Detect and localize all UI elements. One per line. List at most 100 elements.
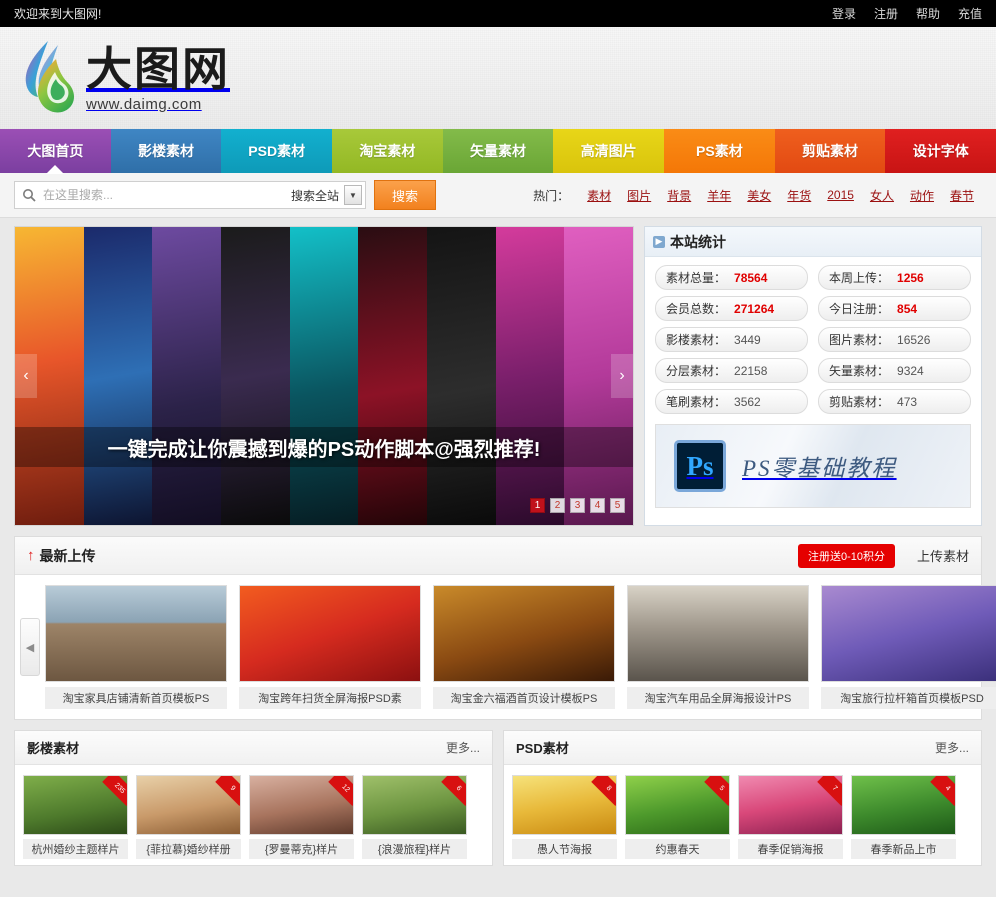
hot-keyword[interactable]: 羊年 — [707, 187, 731, 204]
chevron-down-icon[interactable]: ▼ — [344, 185, 362, 205]
column-title: 影楼素材 — [27, 738, 79, 757]
stat-value: 9324 — [897, 364, 924, 378]
hot-keyword[interactable]: 素材 — [587, 187, 611, 204]
grid-caption: 春季促销海报 — [738, 839, 843, 859]
slider-dot[interactable]: 4 — [590, 498, 605, 513]
slider-strip — [427, 227, 496, 525]
register-link[interactable]: 注册 — [874, 5, 898, 22]
recharge-link[interactable]: 充值 — [958, 5, 982, 22]
help-link[interactable]: 帮助 — [916, 5, 940, 22]
carousel-prev-button[interactable]: ◀ — [20, 618, 40, 676]
nav-tab-psd[interactable]: PSD素材 — [221, 129, 332, 173]
hot-keyword[interactable]: 背景 — [667, 187, 691, 204]
upload-card[interactable]: 淘宝金六福酒首页设计模板PS — [433, 585, 615, 709]
login-link[interactable]: 登录 — [832, 5, 856, 22]
statistics-title: 本站统计 — [670, 232, 726, 252]
slider-prev-arrow[interactable]: ‹ — [15, 354, 37, 398]
hot-keyword[interactable]: 2015 — [827, 188, 854, 202]
hot-keyword[interactable]: 美女 — [747, 187, 771, 204]
slider-dot[interactable]: 3 — [570, 498, 585, 513]
upload-thumbnail[interactable] — [821, 585, 996, 682]
upload-material-link[interactable]: 上传素材 — [917, 546, 969, 565]
site-logo[interactable]: 大图网 www.daimg.com — [18, 39, 230, 117]
badge-ribbon: 7 — [817, 775, 843, 806]
grid-caption: 杭州婚纱主题样片 — [23, 839, 128, 859]
upload-thumbnail[interactable] — [239, 585, 421, 682]
stat-label: 会员总数： — [666, 300, 726, 317]
stat-cell: 今日注册： 854 — [818, 296, 971, 321]
hot-keyword[interactable]: 图片 — [627, 187, 651, 204]
category-column-studio: 影楼素材 更多... 235 杭州婚纱主题样片 9 {菲拉慕}婚纱样册 12 {… — [14, 730, 493, 866]
grid-thumbnail[interactable]: 8 — [512, 775, 617, 835]
slider-strip — [84, 227, 153, 525]
hot-keyword[interactable]: 春节 — [950, 187, 974, 204]
grid-thumbnail[interactable]: 7 — [738, 775, 843, 835]
photoshop-icon: Ps — [674, 440, 726, 492]
latest-uploads-carousel: ◀ 淘宝家具店铺清新首页模板PS 淘宝跨年扫货全屏海报PSD素 淘宝金六福酒首页… — [15, 575, 981, 719]
stat-value: 854 — [897, 302, 917, 316]
upload-thumbnail[interactable] — [45, 585, 227, 682]
chevron-right-icon: ▶ — [653, 236, 665, 248]
grid-item[interactable]: 8 愚人节海报 — [512, 775, 617, 859]
grid-item[interactable]: 5 约惠春天 — [625, 775, 730, 859]
grid-thumbnail[interactable]: 6 — [362, 775, 467, 835]
grid-item[interactable]: 7 春季促销海报 — [738, 775, 843, 859]
column-more-link[interactable]: 更多... — [935, 739, 969, 756]
grid-item[interactable]: 9 {菲拉慕}婚纱样册 — [136, 775, 241, 859]
grid-thumbnail[interactable]: 4 — [851, 775, 956, 835]
stat-value: 3449 — [734, 333, 761, 347]
nav-tab-studio[interactable]: 影楼素材 — [111, 129, 222, 173]
upload-card[interactable]: 淘宝汽车用品全屏海报设计PS — [627, 585, 809, 709]
nav-label: 剪贴素材 — [802, 141, 858, 161]
nav-tab-home[interactable]: 大图首页 — [0, 129, 111, 173]
arrow-up-icon: ↑ — [27, 547, 35, 564]
slider-dot[interactable]: 2 — [550, 498, 565, 513]
register-points-badge[interactable]: 注册送0-10积分 — [798, 544, 895, 568]
search-input[interactable] — [43, 182, 282, 208]
stat-cell: 剪贴素材：473 — [818, 389, 971, 414]
upload-card[interactable]: 淘宝旅行拉杆箱首页模板PSD — [821, 585, 996, 709]
slider-next-arrow[interactable]: › — [611, 354, 633, 398]
latest-uploads-header: ↑ 最新上传 注册送0-10积分 上传素材 — [15, 537, 981, 575]
nav-tab-vector[interactable]: 矢量素材 — [443, 129, 554, 173]
nav-tab-taobao[interactable]: 淘宝素材 — [332, 129, 443, 173]
nav-tab-ps[interactable]: PS素材 — [664, 129, 775, 173]
hot-keyword[interactable]: 女人 — [870, 187, 894, 204]
slider-dot[interactable]: 1 — [530, 498, 545, 513]
upload-card[interactable]: 淘宝家具店铺清新首页模板PS — [45, 585, 227, 709]
search-scope-select[interactable]: 搜索全站 ▼ — [282, 182, 365, 208]
stat-label: 素材总量： — [666, 269, 726, 286]
nav-label: 影楼素材 — [138, 141, 194, 161]
nav-tab-fonts[interactable]: 设计字体 — [885, 129, 996, 173]
search-button[interactable]: 搜索 — [374, 180, 436, 210]
grid-thumbnail[interactable]: 9 — [136, 775, 241, 835]
badge-ribbon: 4 — [930, 775, 956, 806]
grid-item[interactable]: 12 {罗曼蒂克}样片 — [249, 775, 354, 859]
nav-tab-hd-photo[interactable]: 高清图片 — [553, 129, 664, 173]
slider-pagination: 1 2 3 4 5 — [530, 498, 625, 513]
upload-thumbnail[interactable] — [433, 585, 615, 682]
hot-keyword[interactable]: 动作 — [910, 187, 934, 204]
hot-label: 热门： — [533, 187, 569, 204]
upload-thumbnail[interactable] — [627, 585, 809, 682]
upload-card[interactable]: 淘宝跨年扫货全屏海报PSD素 — [239, 585, 421, 709]
grid-item[interactable]: 6 {浪漫旅程}样片 — [362, 775, 467, 859]
grid-item[interactable]: 4 春季新品上市 — [851, 775, 956, 859]
grid-item[interactable]: 235 杭州婚纱主题样片 — [23, 775, 128, 859]
nav-label: PSD素材 — [248, 141, 305, 161]
stat-cell: 图片素材：16526 — [818, 327, 971, 352]
category-columns: 影楼素材 更多... 235 杭州婚纱主题样片 9 {菲拉慕}婚纱样册 12 {… — [14, 730, 982, 866]
hot-keyword[interactable]: 年货 — [787, 187, 811, 204]
stat-label: 今日注册： — [829, 300, 889, 317]
grid-thumbnail[interactable]: 235 — [23, 775, 128, 835]
nav-label: 大图首页 — [27, 141, 83, 161]
ps-tutorial-banner[interactable]: Ps PS零基础教程 — [655, 424, 971, 508]
stat-cell: 影楼素材：3449 — [655, 327, 808, 352]
hero-slider[interactable]: ‹ › 一键完成让你震撼到爆的PS动作脚本@强烈推荐! 1 2 3 4 5 — [14, 226, 634, 526]
nav-tab-clipart[interactable]: 剪贴素材 — [775, 129, 886, 173]
grid-caption: 愚人节海报 — [512, 839, 617, 859]
column-more-link[interactable]: 更多... — [446, 739, 480, 756]
grid-thumbnail[interactable]: 5 — [625, 775, 730, 835]
slider-dot[interactable]: 5 — [610, 498, 625, 513]
grid-thumbnail[interactable]: 12 — [249, 775, 354, 835]
